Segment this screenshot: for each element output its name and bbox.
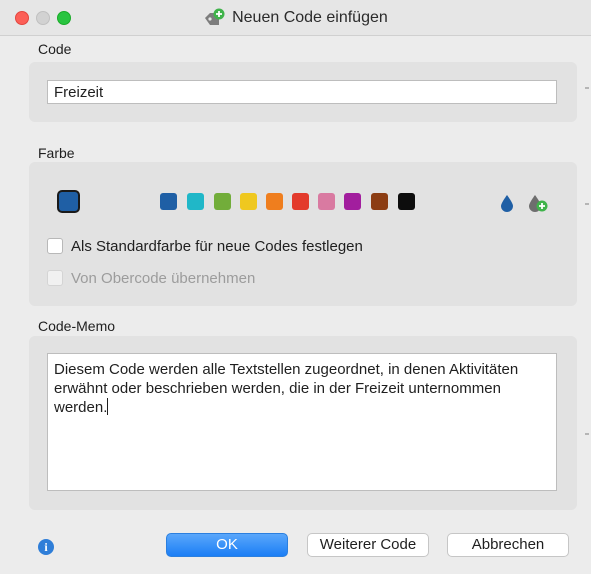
- color-swatch-red[interactable]: [292, 193, 309, 210]
- inherit-parent-checkbox: [47, 270, 63, 286]
- color-swatch-purple[interactable]: [344, 193, 361, 210]
- selected-color-swatch[interactable]: [57, 190, 80, 213]
- text-caret: [107, 398, 109, 415]
- another-code-button[interactable]: Weiterer Code: [307, 533, 429, 557]
- color-swatch-cyan[interactable]: [187, 193, 204, 210]
- code-name-input[interactable]: [47, 80, 557, 104]
- code-memo-textarea[interactable]: Diesem Code werden alle Textstellen zuge…: [47, 353, 557, 491]
- edge-mark: [585, 87, 589, 89]
- default-color-checkbox[interactable]: [47, 238, 63, 254]
- dialog-window: Neuen Code einfügen Code Farbe Als Stand…: [0, 0, 591, 574]
- default-color-checkbox-label[interactable]: Als Standardfarbe für neue Codes festleg…: [71, 238, 363, 255]
- edge-mark: [585, 433, 589, 435]
- color-swatch-pink[interactable]: [318, 193, 335, 210]
- code-section-label: Code: [38, 41, 72, 57]
- info-icon[interactable]: i: [38, 539, 54, 555]
- edge-mark: [585, 203, 589, 205]
- window-title: Neuen Code einfügen: [232, 9, 388, 26]
- cancel-button[interactable]: Abbrechen: [447, 533, 569, 557]
- code-add-icon: [203, 8, 225, 28]
- color-swatch-black[interactable]: [398, 193, 415, 210]
- memo-text: Diesem Code werden alle Textstellen zuge…: [54, 361, 519, 416]
- default-color-checkbox-row[interactable]: Als Standardfarbe für neue Codes festleg…: [47, 236, 363, 256]
- color-drop-icon[interactable]: [498, 193, 516, 213]
- title-bar: Neuen Code einfügen: [0, 0, 591, 36]
- ok-button[interactable]: OK: [166, 533, 288, 557]
- color-section-label: Farbe: [38, 145, 75, 161]
- title-wrap: Neuen Code einfügen: [0, 8, 591, 28]
- color-swatch-blue[interactable]: [160, 193, 177, 210]
- add-color-icon[interactable]: [527, 193, 551, 213]
- color-swatch-green[interactable]: [214, 193, 231, 210]
- inherit-parent-checkbox-label: Von Obercode übernehmen: [71, 269, 256, 287]
- color-swatch-brown[interactable]: [371, 193, 388, 210]
- inherit-parent-checkbox-row: Von Obercode übernehmen: [47, 268, 255, 288]
- memo-section-label: Code-Memo: [38, 318, 116, 334]
- color-swatch-yellow[interactable]: [240, 193, 257, 210]
- color-swatch-orange[interactable]: [266, 193, 283, 210]
